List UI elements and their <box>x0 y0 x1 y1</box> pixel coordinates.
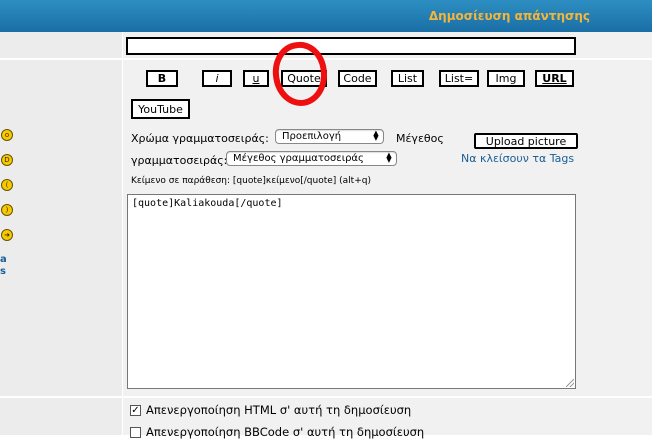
post-reply-header: Δημοσίευση απάντησης <box>0 0 652 32</box>
font-color-label: Χρώμα γραμματοσειράς: <box>131 132 269 145</box>
message-text: [quote]Kaliakouda[/quote] <box>132 198 283 209</box>
disable-bbcode-checkbox[interactable] <box>130 426 141 438</box>
font-color-select[interactable]: Προεπιλογή ▲ ▼ <box>275 129 384 144</box>
disable-bbcode-label: Απενεργοποίηση BBCode σ' αυτή τη δημοσίε… <box>146 425 425 439</box>
font-size-value: Μέγεθος γραμματοσειράς <box>233 153 364 164</box>
bold-button[interactable]: B <box>146 70 178 87</box>
upload-picture-button[interactable]: Upload picture <box>474 133 578 149</box>
quote-button[interactable]: Quote <box>281 70 327 87</box>
row-divider <box>0 396 652 398</box>
row-divider <box>0 58 652 60</box>
italic-button[interactable]: i <box>202 70 232 87</box>
resize-handle-icon[interactable] <box>566 379 574 387</box>
code-button[interactable]: Code <box>338 70 377 87</box>
shocked-smiley-icon[interactable]: o <box>1 129 13 141</box>
font-size-select[interactable]: Μέγεθος γραμματοσειράς ▲ ▼ <box>226 151 397 166</box>
message-textarea[interactable]: [quote]Kaliakouda[/quote] <box>127 194 576 389</box>
disable-html-checkbox[interactable]: ✓ <box>130 404 141 416</box>
left-column <box>0 32 122 435</box>
disable-bbcode-option[interactable]: Απενεργοποίηση BBCode σ' αυτή τη δημοσίε… <box>130 425 424 439</box>
font-size-label: γραμματοσειράς: <box>131 154 228 167</box>
subject-input[interactable] <box>126 37 576 55</box>
ordered-list-button[interactable]: List= <box>439 70 479 87</box>
disable-html-label: Απενεργοποίηση HTML σ' αυτή τη δημοσίευσ… <box>146 403 412 417</box>
disable-html-option[interactable]: ✓ Απενεργοποίηση HTML σ' αυτή τη δημοσίε… <box>130 403 411 417</box>
font-size-label: Μέγεθος <box>396 132 444 145</box>
sad-smiley-icon[interactable]: ( <box>1 179 13 191</box>
arrow-smiley-icon[interactable]: ➜ <box>1 229 13 241</box>
more-smilies-link[interactable]: a <box>0 254 7 265</box>
laughing-smiley-icon[interactable]: D <box>1 154 13 166</box>
select-arrows-icon: ▲ ▼ <box>386 151 392 164</box>
page-title: Δημοσίευση απάντησης <box>428 9 590 23</box>
close-tags-link[interactable]: Να κλείσουν τα Tags <box>461 152 574 165</box>
more-smilies-link[interactable]: s <box>0 266 6 277</box>
helpline-text: Κείμενο σε παράθεση: [quote]κείμενο[/quo… <box>131 176 371 186</box>
image-button[interactable]: Img <box>487 70 525 87</box>
youtube-button[interactable]: YouTube <box>131 99 190 119</box>
list-button[interactable]: List <box>391 70 424 87</box>
underline-button[interactable]: u <box>243 70 269 87</box>
font-color-value: Προεπιλογή <box>282 131 342 142</box>
url-button[interactable]: URL <box>535 70 574 87</box>
select-arrows-icon: ▲ ▼ <box>373 129 379 142</box>
smile-smiley-icon[interactable]: ) <box>1 204 13 216</box>
